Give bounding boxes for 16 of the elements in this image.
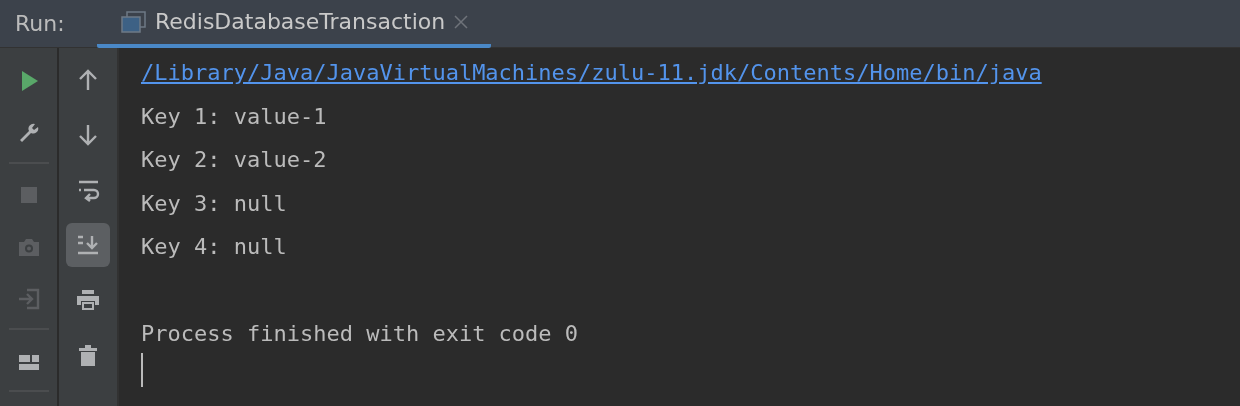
- trash-icon: [76, 343, 100, 367]
- run-tab[interactable]: RedisDatabaseTransaction: [97, 0, 492, 48]
- wrap-icon: [76, 178, 100, 202]
- scroll-to-end-button[interactable]: [66, 223, 110, 267]
- output-line: Process finished with exit code 0: [141, 320, 580, 348]
- output-line: Key 4: null: [141, 233, 288, 261]
- output-line: Key 3: null: [141, 189, 288, 218]
- down-arrow-icon: [76, 123, 100, 147]
- window-icon: [121, 10, 147, 33]
- scroll-down-icon: [76, 233, 100, 257]
- enter-arrow-icon: [16, 287, 41, 311]
- java-path-link[interactable]: /Library/Java/JavaVirtualMachines/zulu-11.jdk/Contents/Home/bin/java: [141, 58, 1240, 102]
- printer-icon: [76, 288, 100, 312]
- run-label: Run:: [15, 11, 66, 36]
- output-line: Key 2: value-2: [141, 146, 328, 174]
- output-line: Key 1: value-1: [141, 102, 328, 131]
